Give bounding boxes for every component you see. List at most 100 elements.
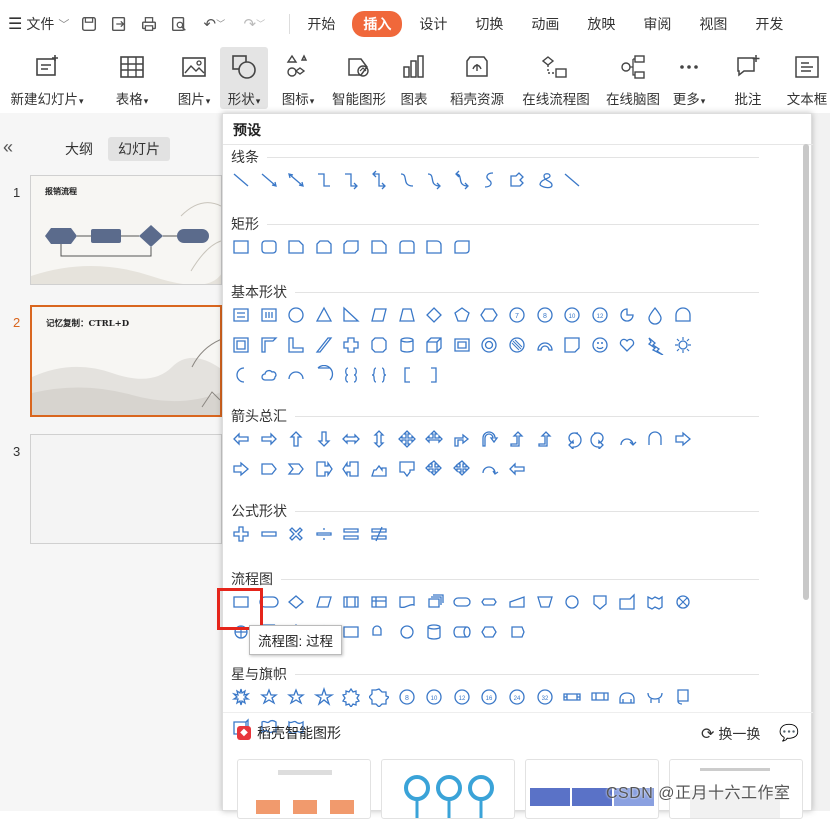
shape-option[interactable]: 12 bbox=[450, 685, 474, 709]
shape-option[interactable] bbox=[312, 685, 336, 709]
shape-option[interactable] bbox=[477, 333, 501, 357]
shape-option[interactable] bbox=[671, 590, 695, 614]
shape-option[interactable]: 10 bbox=[560, 303, 584, 327]
shape-option[interactable] bbox=[367, 427, 391, 451]
shape-option[interactable] bbox=[560, 427, 584, 451]
shape-option[interactable] bbox=[229, 235, 253, 259]
shape-option[interactable] bbox=[367, 168, 391, 192]
smart-graphic-preview[interactable] bbox=[237, 759, 371, 819]
shape-option[interactable] bbox=[588, 685, 612, 709]
shape-option[interactable] bbox=[367, 303, 391, 327]
shape-option[interactable] bbox=[671, 685, 695, 709]
shape-option[interactable] bbox=[339, 522, 363, 546]
shape-option[interactable] bbox=[671, 333, 695, 357]
shape-option[interactable] bbox=[284, 522, 308, 546]
shape-option[interactable] bbox=[450, 168, 474, 192]
shape-option[interactable]: 8 bbox=[533, 303, 557, 327]
shape-option[interactable] bbox=[615, 685, 639, 709]
shape-option[interactable] bbox=[312, 457, 336, 481]
shape-option[interactable] bbox=[615, 590, 639, 614]
shape-option[interactable] bbox=[257, 168, 281, 192]
shape-option[interactable] bbox=[505, 427, 529, 451]
ribbon-shape-button[interactable]: 形状▾ bbox=[220, 47, 268, 109]
shape-option[interactable]: 16 bbox=[477, 685, 501, 709]
shape-option[interactable] bbox=[367, 363, 391, 387]
shape-option[interactable] bbox=[229, 168, 253, 192]
shape-option[interactable] bbox=[395, 303, 419, 327]
shape-option[interactable] bbox=[422, 620, 446, 644]
smart-graphic-preview[interactable] bbox=[381, 759, 515, 819]
ribbon-picture-button[interactable]: 图片▾ bbox=[170, 47, 218, 109]
shape-option[interactable] bbox=[450, 590, 474, 614]
tab-6[interactable]: 审阅 bbox=[632, 11, 682, 37]
shape-option[interactable] bbox=[643, 333, 667, 357]
print-preview-icon[interactable] bbox=[169, 14, 189, 34]
ribbon-comment-button[interactable]: 批注 bbox=[730, 47, 766, 109]
shape-option[interactable] bbox=[257, 457, 281, 481]
shape-option[interactable] bbox=[533, 168, 557, 192]
shape-option[interactable] bbox=[284, 457, 308, 481]
tab-1[interactable]: 插入 bbox=[352, 10, 403, 37]
shape-option[interactable] bbox=[615, 333, 639, 357]
shape-option[interactable] bbox=[615, 303, 639, 327]
shape-option[interactable] bbox=[395, 363, 419, 387]
shape-option[interactable] bbox=[671, 303, 695, 327]
shape-option[interactable] bbox=[450, 620, 474, 644]
shape-option[interactable]: 32 bbox=[533, 685, 557, 709]
shape-option[interactable] bbox=[312, 333, 336, 357]
shape-option[interactable] bbox=[477, 620, 501, 644]
shape-option[interactable] bbox=[643, 427, 667, 451]
shape-option[interactable] bbox=[450, 457, 474, 481]
shape-option[interactable] bbox=[450, 303, 474, 327]
shape-option[interactable] bbox=[312, 590, 336, 614]
shape-option[interactable] bbox=[257, 333, 281, 357]
tab-4[interactable]: 动画 bbox=[520, 11, 570, 37]
shape-option[interactable] bbox=[450, 235, 474, 259]
shape-option[interactable] bbox=[422, 457, 446, 481]
shape-option[interactable] bbox=[339, 333, 363, 357]
shape-option[interactable] bbox=[339, 590, 363, 614]
shape-option[interactable] bbox=[395, 427, 419, 451]
export-icon[interactable] bbox=[109, 14, 129, 34]
shape-option[interactable] bbox=[257, 235, 281, 259]
shape-option[interactable] bbox=[284, 235, 308, 259]
shape-option[interactable]: 8 bbox=[395, 685, 419, 709]
shape-option[interactable] bbox=[257, 685, 281, 709]
shape-option[interactable] bbox=[671, 427, 695, 451]
shape-option[interactable] bbox=[229, 522, 253, 546]
ribbon-new-slide-button[interactable]: 新建幻灯片▾ bbox=[4, 47, 90, 109]
shape-option[interactable] bbox=[284, 685, 308, 709]
shape-option[interactable] bbox=[229, 685, 253, 709]
print-icon[interactable] bbox=[139, 14, 159, 34]
shape-option[interactable] bbox=[422, 333, 446, 357]
shape-option[interactable] bbox=[477, 427, 501, 451]
shape-option[interactable] bbox=[312, 235, 336, 259]
shape-option[interactable] bbox=[395, 620, 419, 644]
shape-option[interactable] bbox=[339, 620, 363, 644]
shape-option[interactable] bbox=[257, 363, 281, 387]
shape-option[interactable] bbox=[560, 590, 584, 614]
shape-option[interactable]: 10 bbox=[422, 685, 446, 709]
shape-option[interactable] bbox=[312, 427, 336, 451]
shape-option[interactable] bbox=[450, 333, 474, 357]
tab-5[interactable]: 放映 bbox=[576, 11, 626, 37]
file-menu[interactable]: ☰ 文件 ﹀ bbox=[8, 14, 69, 34]
redo-icon[interactable]: ↷ ﹀ bbox=[239, 14, 269, 34]
shape-option[interactable] bbox=[422, 235, 446, 259]
shape-option[interactable] bbox=[395, 457, 419, 481]
feedback-icon[interactable]: 💬 bbox=[779, 723, 799, 743]
shape-option[interactable] bbox=[339, 363, 363, 387]
shape-option[interactable] bbox=[395, 590, 419, 614]
tab-8[interactable]: 开发 bbox=[744, 11, 794, 37]
shape-option[interactable] bbox=[505, 333, 529, 357]
slide-thumbnail-1[interactable]: 报销流程 bbox=[30, 175, 222, 285]
shape-option[interactable] bbox=[284, 333, 308, 357]
shape-option[interactable] bbox=[450, 427, 474, 451]
shape-option[interactable] bbox=[533, 427, 557, 451]
shape-option[interactable]: 7 bbox=[505, 303, 529, 327]
shape-option[interactable] bbox=[422, 590, 446, 614]
shape-option[interactable] bbox=[367, 457, 391, 481]
panel-scrollbar[interactable] bbox=[803, 144, 809, 600]
shape-option[interactable] bbox=[533, 333, 557, 357]
shape-option[interactable]: 12 bbox=[588, 303, 612, 327]
